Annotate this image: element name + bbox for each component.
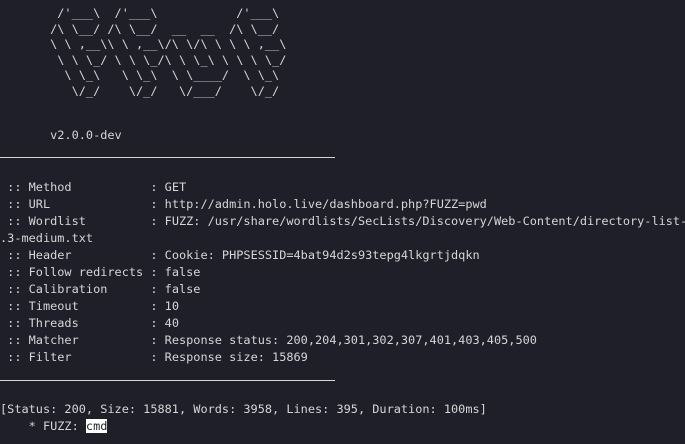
config-row-url: :: URL : http://admin.holo.live/dashboar… (0, 196, 487, 213)
terminal-window[interactable]: /'___\ /'___\ /'___\ /\ \__/ /\ \__/ __ … (0, 0, 685, 444)
config-value: : Response status: 200,204,301,302,307,4… (150, 333, 537, 347)
fuzz-prefix: * FUZZ: (0, 419, 86, 433)
config-row-timeout: :: Timeout : 10 (0, 298, 179, 315)
config-value: : Response size: 15869 (150, 350, 308, 364)
config-key: :: Header (0, 248, 151, 262)
config-key: :: URL (0, 197, 151, 211)
config-row-header: :: Header : Cookie: PHPSESSID=4bat94d2s9… (0, 247, 480, 264)
config-row-wordlist-wrap: .3-medium.txt (0, 230, 93, 247)
fuzz-value-highlight[interactable]: cmd (85, 419, 108, 433)
config-row-follow-redirects: :: Follow redirects : false (0, 264, 200, 281)
config-value: : false (150, 282, 201, 296)
config-row-method: :: Method : GET (0, 179, 186, 196)
config-row-threads: :: Threads : 40 (0, 315, 179, 332)
config-value: : FUZZ: /usr/share/wordlists/SecLists/Di… (150, 214, 685, 228)
config-value: : false (150, 265, 201, 279)
config-value: : GET (150, 180, 187, 194)
config-key: :: Filter (0, 350, 151, 364)
config-value: .3-medium.txt (0, 231, 94, 245)
divider-top (0, 157, 335, 158)
config-key: :: Method (0, 180, 151, 194)
config-value: : http://admin.holo.live/dashboard.php?F… (150, 197, 487, 211)
config-value: : 40 (150, 316, 179, 330)
config-value: : Cookie: PHPSESSID=4bat94d2s93tepg4lkgr… (150, 248, 480, 262)
ffuf-ascii-banner: /'___\ /'___\ /'___\ /\ \__/ /\ \__/ __ … (50, 6, 287, 98)
config-row-matcher: :: Matcher : Response status: 200,204,30… (0, 332, 537, 349)
config-key: :: Matcher (0, 333, 151, 347)
config-key: :: Timeout (0, 299, 151, 313)
divider-bottom (0, 380, 335, 381)
config-key: :: Calibration (0, 282, 151, 296)
config-key: :: Follow redirects (0, 265, 151, 279)
config-row-filter: :: Filter : Response size: 15869 (0, 349, 308, 366)
config-value: : 10 (150, 299, 179, 313)
result-status-line: [Status: 200, Size: 15881, Words: 3958, … (0, 402, 487, 416)
config-row-wordlist: :: Wordlist : FUZZ: /usr/share/wordlists… (0, 213, 685, 230)
config-row-calibration: :: Calibration : false (0, 281, 200, 298)
config-key: :: Threads (0, 316, 151, 330)
config-key: :: Wordlist (0, 214, 151, 228)
result-fuzz-line: * FUZZ: cmd (0, 418, 108, 435)
version-text: v2.0.0-dev (0, 128, 122, 142)
